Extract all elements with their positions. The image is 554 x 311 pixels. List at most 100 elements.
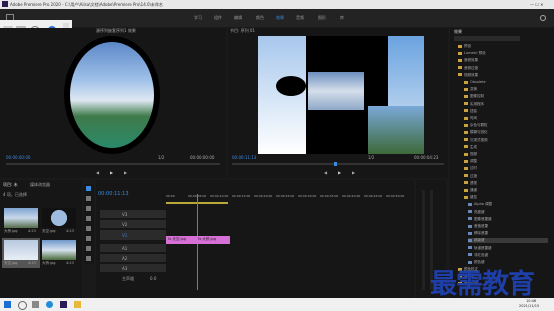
effect-item[interactable]: 非红色键 (468, 253, 488, 258)
effects-folder[interactable]: 预设 (458, 44, 471, 49)
effects-folder[interactable]: 生成 (464, 145, 477, 150)
effects-folder[interactable]: 扭曲 (464, 109, 477, 114)
program-playhead[interactable] (334, 162, 337, 166)
edge-icon[interactable] (46, 301, 53, 308)
step-forward-icon[interactable]: ▶ (124, 170, 127, 175)
ripple-tool-icon[interactable] (86, 206, 91, 211)
effects-folder[interactable]: 沉浸式视频 (464, 138, 488, 143)
program-scrubber[interactable] (232, 162, 444, 166)
program-monitor: 节目: 序列 01 00:00:11:13 1/2 00:00:04:23 ▶ … (228, 28, 448, 178)
explorer-icon[interactable] (74, 301, 81, 308)
effects-folder[interactable]: 图像控制 (464, 94, 484, 99)
hand-tool-icon[interactable] (86, 246, 91, 251)
program-fit[interactable]: 1/2 (368, 155, 374, 160)
project-item[interactable]: 天空.jpg 4:23 (2, 238, 40, 268)
track-label[interactable]: V2 (122, 222, 127, 227)
source-fit[interactable]: 1/2 (158, 155, 164, 160)
folder-icon (464, 159, 468, 163)
workspace-tab-libraries[interactable]: 库 (340, 15, 344, 20)
track-label[interactable]: V1 (122, 233, 127, 238)
play-icon[interactable]: ▶ (110, 170, 113, 175)
effects-folder[interactable]: 调整 (464, 159, 477, 164)
search-icon[interactable] (540, 15, 546, 21)
effects-search-input[interactable] (454, 36, 520, 41)
tree-label: 沉浸式视频 (470, 137, 488, 142)
track-label[interactable]: A2 (122, 256, 127, 261)
start-icon[interactable] (4, 301, 11, 308)
workspace-bar: 学习 组件 编辑 颜色 效果 音频 图形 库 (0, 9, 554, 27)
source-scrubber[interactable] (6, 163, 220, 165)
timeline-ruler[interactable]: 00:00 00:00:05:00 00:00:10:00 00:00:15:0… (166, 194, 412, 206)
effects-folder[interactable]: 通道 (464, 188, 477, 193)
tree-label: 扭曲 (470, 108, 477, 113)
razor-tool-icon[interactable] (86, 216, 91, 221)
effects-folder[interactable]: 过时 (464, 166, 477, 171)
effects-folder[interactable]: 视频效果 (458, 73, 478, 78)
workspace-tab-audio[interactable]: 音频 (296, 15, 304, 20)
effects-folder[interactable]: 键控 (464, 195, 477, 200)
item-name: 天空.jpg (4, 261, 18, 265)
step-back-icon[interactable]: ◀ (96, 170, 99, 175)
effect-item[interactable]: 图像遮罩键 (468, 217, 492, 222)
premiere-icon[interactable] (60, 301, 67, 308)
effects-folder[interactable]: Lumetri 预设 (458, 51, 486, 56)
media-browser-tab[interactable]: 媒体浏览器 (30, 182, 50, 187)
effects-folder[interactable]: 杂色与颗粒 (464, 123, 488, 128)
thumbnail (4, 240, 38, 260)
effects-folder[interactable]: 透视 (464, 181, 477, 186)
effects-folder[interactable]: 时间 (464, 116, 477, 121)
track-label[interactable]: A3 (122, 266, 127, 271)
selection-tool-icon[interactable] (86, 186, 91, 191)
effects-folder[interactable]: 过渡 (464, 174, 477, 179)
search-taskbar-icon[interactable] (18, 301, 27, 310)
effect-item[interactable]: 超级键 (468, 238, 548, 244)
effects-folder[interactable]: 音频效果 (458, 58, 478, 63)
effect-item[interactable]: 轨道遮罩键 (468, 246, 492, 251)
taskview-icon[interactable] (32, 301, 39, 308)
project-tab[interactable]: 项目: 未 (3, 182, 18, 187)
type-tool-icon[interactable] (86, 256, 91, 261)
master-label: 主声道 (122, 276, 134, 281)
effect-item[interactable]: Alpha 调整 (468, 202, 492, 207)
program-step-forward-icon[interactable]: ▶ (352, 170, 355, 175)
workspace-tab-effects[interactable]: 效果 (276, 15, 284, 20)
slip-tool-icon[interactable] (86, 226, 91, 231)
effects-folder[interactable]: 实用程序 (464, 102, 484, 107)
folder-icon (464, 94, 468, 98)
watermark-logo: 最需教育 (430, 269, 535, 300)
project-item[interactable]: 大桥.jpg 4:23 (4, 208, 38, 236)
effect-item[interactable]: 亮度键 (468, 210, 485, 215)
tree-label: 移除遮罩 (474, 231, 488, 236)
pen-tool-icon[interactable] (86, 236, 91, 241)
tree-label: 音频过渡 (464, 65, 478, 70)
project-item[interactable]: 天空.jpg 4:23 (42, 208, 76, 236)
program-step-back-icon[interactable]: ◀ (324, 170, 327, 175)
window-controls[interactable]: — ☐ ✕ (530, 2, 543, 7)
folder-icon (458, 66, 462, 70)
workspace-tab-assembly[interactable]: 组件 (214, 15, 222, 20)
folder-icon (464, 166, 468, 170)
effect-icon (468, 253, 472, 257)
tree-label: 音频效果 (464, 58, 478, 63)
track-select-tool-icon[interactable] (86, 196, 91, 201)
effect-item[interactable]: 移除遮罩 (468, 231, 488, 236)
track-label[interactable]: A1 (122, 246, 127, 251)
effect-item[interactable]: 差值遮罩 (468, 224, 488, 229)
project-item[interactable]: 大桥.jpg 4:23 (42, 240, 76, 268)
master-volume[interactable]: 0.0 (150, 276, 156, 281)
track-label[interactable]: V3 (122, 212, 127, 217)
effects-folder[interactable]: 视频 (464, 152, 477, 157)
effects-folder[interactable]: 变换 (464, 87, 477, 92)
effects-folder[interactable]: 音频过渡 (458, 66, 478, 71)
program-play-icon[interactable]: ▶ (338, 170, 341, 175)
workspace-tab-edit[interactable]: 编辑 (234, 15, 242, 20)
workspace-tab-color[interactable]: 颜色 (256, 15, 264, 20)
workspace-tab-learn[interactable]: 学习 (194, 15, 202, 20)
effects-folder[interactable]: 模糊与锐化 (464, 130, 488, 135)
effect-icon (468, 217, 472, 221)
ruler-label: 00:00:25:00 (276, 194, 295, 198)
timeline-clip[interactable]: fx 天空.jpg fx 大桥.jpg (166, 236, 230, 244)
effects-folder[interactable]: Obsolete (464, 80, 486, 85)
workspace-tab-graphics[interactable]: 图形 (318, 15, 326, 20)
ruler-label: 00:00:15:00 (232, 194, 251, 198)
